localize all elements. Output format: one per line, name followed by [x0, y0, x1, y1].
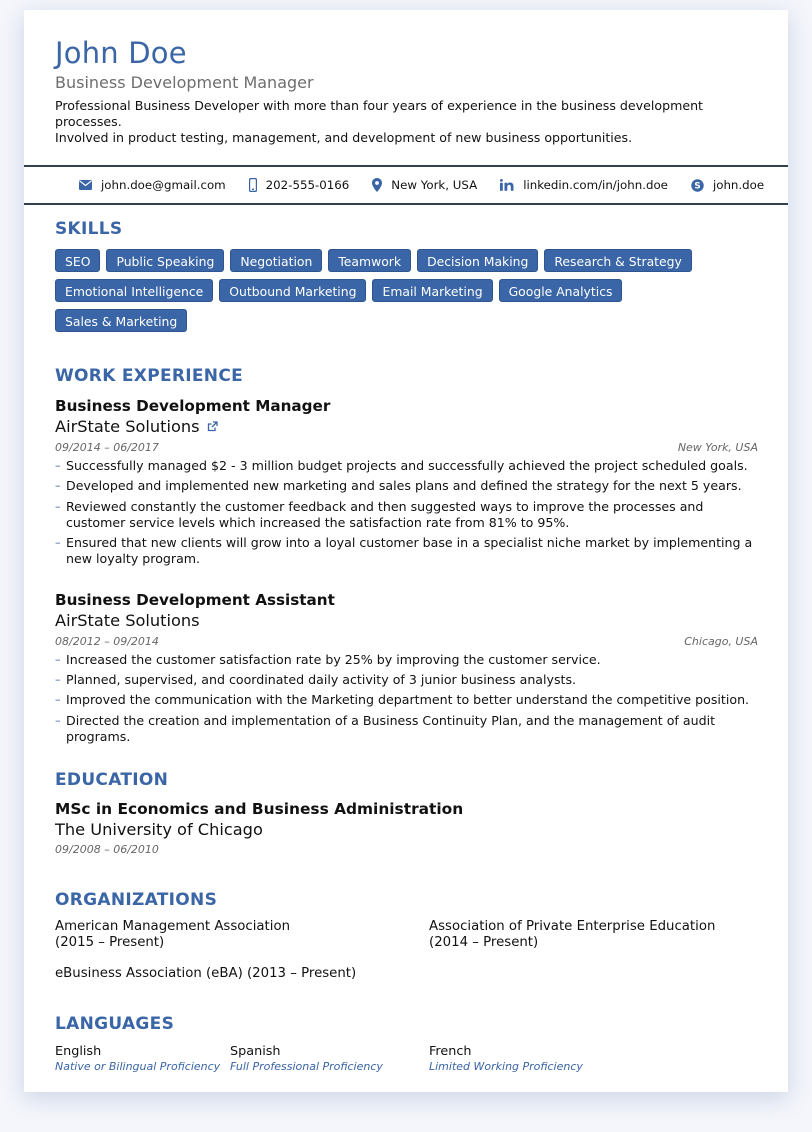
linkedin-icon: [500, 179, 514, 191]
summary: Professional Business Developer with mor…: [55, 98, 758, 146]
language-level: Native or Bilingual Proficiency: [55, 1060, 221, 1074]
bullet-item: Improved the communication with the Mark…: [55, 692, 758, 708]
job-location: Chicago, USA: [684, 634, 758, 648]
job-entry: Business Development Assistant AirState …: [55, 590, 758, 745]
bullet-item: Planned, supervised, and coordinated dai…: [55, 672, 758, 688]
skill-chip: Teamwork: [328, 249, 412, 272]
contact-email[interactable]: john.doe@gmail.com: [79, 178, 226, 192]
email-text: john.doe@gmail.com: [101, 178, 226, 192]
language-name: English: [55, 1044, 102, 1060]
organization-name: Association of Private Enterprise Educat…: [429, 919, 716, 935]
organization-period: (2014 – Present): [429, 935, 539, 951]
contact-phone[interactable]: 202-555-0166: [248, 178, 350, 192]
candidate-name: John Doe: [55, 36, 187, 70]
job-dates: 08/2012 – 09/2014: [55, 634, 159, 648]
bullet-item: Increased the customer satisfaction rate…: [55, 652, 758, 668]
summary-line: Professional Business Developer with mor…: [55, 98, 703, 129]
organization-name: eBusiness Association (eBA) (2013 – Pres…: [55, 966, 357, 982]
bullet-item: Developed and implemented new marketing …: [55, 478, 758, 494]
linkedin-text: linkedin.com/in/john.doe: [523, 178, 668, 192]
organizations-section: ORGANIZATIONS American Management Associ…: [24, 889, 788, 982]
skype-text: john.doe: [712, 178, 765, 192]
bullet-item: Directed the creation and implementation…: [55, 713, 758, 745]
job-meta: 09/2014 – 06/2017 New York, USA: [55, 440, 758, 455]
education-section: EDUCATION MSc in Economics and Business …: [24, 769, 788, 856]
skill-chip: Negotiation: [230, 249, 323, 272]
languages-list: English Native or Bilingual Proficiency …: [55, 1045, 758, 1074]
job-dates: 09/2014 – 06/2017: [55, 441, 159, 454]
bullet-item: Successfully managed $2 - 3 million budg…: [55, 458, 758, 474]
job-bullets: Increased the customer satisfaction rate…: [55, 652, 758, 745]
work-heading: WORK EXPERIENCE: [55, 366, 244, 386]
education-dates: 09/2008 – 06/2010: [55, 843, 159, 857]
work-experience-section: WORK EXPERIENCE Business Development Man…: [24, 365, 788, 744]
skill-chip: Email Marketing: [372, 279, 493, 302]
bullet-item: Reviewed constantly the customer feedbac…: [55, 499, 758, 531]
resume-header: John Doe Business Development Manager Pr…: [24, 10, 788, 146]
language-name: French: [429, 1044, 472, 1060]
languages-heading: LANGUAGES: [55, 1014, 175, 1035]
company-label: AirState Solutions: [55, 610, 200, 630]
skill-chip: Sales & Marketing: [55, 309, 188, 332]
school-name: The University of Chicago: [55, 820, 263, 840]
skills-heading: SKILLS: [55, 219, 123, 239]
language-name: Spanish: [230, 1044, 281, 1060]
job-bullets: Successfully managed $2 - 3 million budg…: [55, 458, 758, 567]
external-link-icon[interactable]: [207, 421, 218, 432]
contact-linkedin[interactable]: linkedin.com/in/john.doe: [500, 178, 668, 192]
language-item: English Native or Bilingual Proficiency: [55, 1045, 230, 1074]
skills-section: SKILLS SEO Public Speaking Negotiation T…: [24, 218, 788, 339]
organization-item: eBusiness Association (eBA) (2013 – Pres…: [55, 966, 429, 982]
language-item: Spanish Full Professional Proficiency: [230, 1045, 429, 1074]
organization-name: American Management Association: [55, 919, 291, 935]
skill-chip: Emotional Intelligence: [55, 279, 214, 302]
contact-skype[interactable]: S john.doe: [691, 178, 764, 192]
education-heading: EDUCATION: [55, 770, 169, 791]
languages-section: LANGUAGES English Native or Bilingual Pr…: [24, 1013, 788, 1074]
skill-chip: Public Speaking: [106, 249, 225, 272]
candidate-title: Business Development Manager: [55, 73, 314, 92]
map-pin-icon: [372, 178, 383, 192]
contact-location: New York, USA: [372, 178, 477, 192]
bullet-item: Ensured that new clients will grow into …: [55, 535, 758, 567]
language-item: French Limited Working Proficiency: [429, 1045, 583, 1074]
degree-title: MSc in Economics and Business Administra…: [55, 800, 464, 819]
svg-text:S: S: [694, 181, 700, 191]
job-meta: 08/2012 – 09/2014 Chicago, USA: [55, 634, 758, 649]
envelope-icon: [79, 180, 92, 190]
contact-bar: john.doe@gmail.com 202-555-0166 New York…: [24, 165, 788, 205]
job-title: Business Development Assistant: [55, 590, 335, 609]
skill-chips: SEO Public Speaking Negotiation Teamwork…: [55, 249, 755, 339]
job-entry: Business Development Manager AirState So…: [55, 396, 758, 567]
job-location: New York, USA: [677, 441, 758, 454]
language-level: Limited Working Proficiency: [429, 1060, 583, 1074]
skill-chip: Google Analytics: [498, 279, 623, 302]
organization-period: (2015 – Present): [55, 935, 165, 951]
company-name: AirState Solutions: [55, 416, 758, 437]
skill-chip: SEO: [55, 249, 101, 272]
mobile-phone-icon: [248, 178, 257, 192]
company-name: AirState Solutions: [55, 610, 758, 631]
organizations-list: American Management Association (2015 – …: [55, 919, 758, 982]
skill-chip: Research & Strategy: [544, 249, 692, 272]
summary-line: Involved in product testing, management,…: [55, 130, 633, 145]
skill-chip: Decision Making: [417, 249, 539, 272]
organizations-heading: ORGANIZATIONS: [55, 890, 218, 911]
skill-chip: Outbound Marketing: [219, 279, 367, 302]
skype-icon: S: [691, 178, 704, 192]
location-text: New York, USA: [391, 178, 478, 192]
organization-item: Association of Private Enterprise Educat…: [429, 919, 749, 951]
phone-text: 202-555-0166: [265, 178, 350, 192]
resume-page: John Doe Business Development Manager Pr…: [24, 10, 788, 1092]
job-title: Business Development Manager: [55, 397, 331, 415]
organization-item: American Management Association (2015 – …: [55, 919, 429, 951]
language-level: Full Professional Proficiency: [230, 1060, 383, 1074]
company-label: AirState Solutions: [55, 417, 200, 436]
